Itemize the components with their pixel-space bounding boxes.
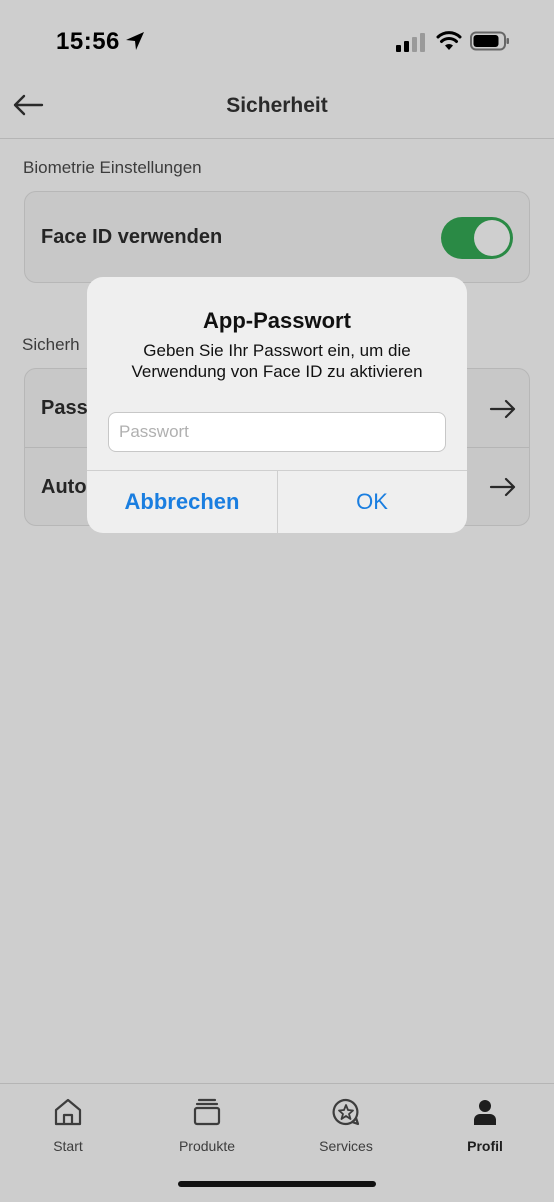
app-password-dialog: App-Passwort Geben Sie Ihr Passwort ein,…	[87, 277, 467, 533]
cancel-button[interactable]: Abbrechen	[87, 471, 277, 533]
battery-icon	[470, 31, 509, 51]
status-bar: 15:56	[0, 0, 554, 80]
security-row-label: Pass	[41, 397, 88, 419]
location-arrow-icon	[126, 32, 144, 50]
home-indicator	[178, 1181, 376, 1187]
status-time: 15:56	[56, 28, 120, 55]
dialog-message: Geben Sie Ihr Passwort ein, um die Verwe…	[131, 341, 423, 381]
tab-label: Profil	[467, 1138, 503, 1154]
tab-profil[interactable]: Profil	[435, 1096, 535, 1156]
face-id-label: Face ID verwenden	[41, 226, 223, 248]
security-row-label: Auto	[41, 476, 87, 498]
dialog-title: App-Passwort	[203, 308, 351, 333]
arrow-right-icon	[489, 399, 516, 419]
tab-start[interactable]: Start	[18, 1096, 118, 1156]
ok-button[interactable]: OK	[277, 471, 467, 533]
password-input[interactable]	[108, 412, 446, 452]
tab-label: Services	[319, 1138, 373, 1154]
tab-produkte[interactable]: Produkte	[157, 1096, 257, 1156]
navigation-bar: Sicherheit	[0, 80, 554, 139]
cellular-signal-icon	[396, 33, 425, 52]
toggle-knob	[474, 220, 510, 256]
biometrics-section-title: Biometrie Einstellungen	[23, 158, 202, 177]
tab-label: Start	[53, 1138, 83, 1154]
home-icon	[54, 1098, 82, 1126]
arrow-right-icon	[489, 477, 516, 497]
security-section-title: Sicherh	[22, 335, 80, 354]
tab-label: Produkte	[178, 1138, 236, 1154]
tab-services[interactable]: Services	[296, 1096, 396, 1156]
profile-icon	[474, 1100, 496, 1125]
biometrics-card: Face ID verwenden	[24, 191, 530, 283]
services-icon	[332, 1098, 360, 1126]
products-icon	[193, 1098, 221, 1126]
face-id-toggle[interactable]	[441, 217, 513, 259]
wifi-icon	[436, 31, 462, 50]
page-title: Sicherheit	[226, 94, 328, 117]
